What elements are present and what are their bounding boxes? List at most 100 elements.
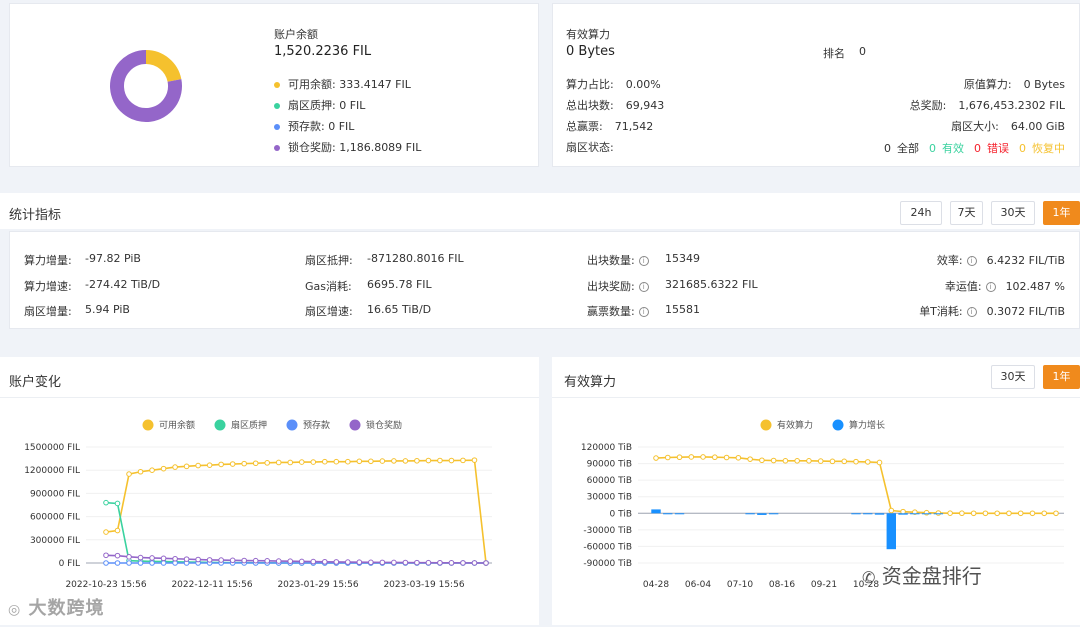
- legend-marker: [832, 419, 844, 431]
- range-button[interactable]: 30天: [991, 201, 1035, 225]
- stat-label-wrap: 算力增速:: [24, 278, 72, 294]
- y-tick-label: 120000 TiB: [581, 443, 632, 453]
- rank-label: 排名: [823, 47, 845, 60]
- stats-header: 统计指标 1年 30天 7天 24h: [0, 193, 1080, 229]
- data-point: [345, 559, 351, 565]
- watermark-right-text: 资金盘排行: [881, 564, 982, 588]
- legend-label: 预存款: [303, 419, 330, 431]
- data-point: [333, 458, 340, 465]
- data-point: [310, 558, 317, 565]
- data-point: [333, 559, 340, 565]
- sector-count: 0: [929, 142, 936, 155]
- data-point: [391, 559, 397, 566]
- stat-row: 单T消耗: i 0.3072 FIL/TiB: [919, 303, 1065, 319]
- power-stat: 扇区状态:: [566, 139, 626, 155]
- data-point: [688, 454, 695, 460]
- data-point: [982, 510, 989, 517]
- data-point: [900, 508, 906, 515]
- data-point: [1053, 510, 1059, 517]
- range-button[interactable]: 7天: [950, 201, 983, 225]
- data-point: [414, 457, 420, 464]
- data-point: [275, 459, 282, 466]
- power-stat: 原值算力: 0 Bytes: [964, 76, 1065, 92]
- info-icon[interactable]: i: [638, 281, 649, 292]
- range-button[interactable]: 1年: [1043, 201, 1080, 225]
- info-icon[interactable]: i: [985, 281, 996, 292]
- legend-dot: [274, 124, 280, 130]
- data-point: [1029, 510, 1036, 517]
- data-point: [126, 554, 132, 560]
- data-point: [137, 468, 144, 475]
- data-point: [806, 458, 812, 464]
- stat-label-wrap: 赢票数量: i: [587, 303, 655, 319]
- stat-value: 0.3072 FIL/TiB: [986, 305, 1065, 318]
- data-point: [229, 557, 236, 564]
- info-icon[interactable]: i: [638, 307, 649, 317]
- chart-legend: 有效算力 算力增长: [760, 419, 885, 431]
- data-point: [794, 458, 800, 464]
- legend-marker: [286, 419, 298, 431]
- power-value: 0 Bytes: [566, 44, 615, 59]
- sector-status: 0 全部 0 有效 0 错误 0 恢复中: [874, 140, 1065, 156]
- range-button[interactable]: 30天: [991, 365, 1035, 389]
- power-stat: 扇区大小: 64.00 GiB: [951, 118, 1065, 134]
- power-title: 有效算力: [566, 28, 610, 41]
- data-point: [195, 556, 201, 563]
- sector-count: 0: [884, 142, 891, 155]
- y-tick-label: 1500000 FIL: [24, 443, 80, 453]
- y-tick-label: 90000 TiB: [587, 460, 632, 470]
- data-point: [103, 552, 109, 559]
- watermark-icon: ◎: [8, 602, 22, 618]
- range-button[interactable]: 1年: [1043, 365, 1080, 389]
- x-tick-label: 09-21: [811, 580, 837, 590]
- stat-label-wrap: 出块数量: i: [587, 252, 655, 268]
- data-point: [425, 457, 432, 464]
- balance-item: 锁仓奖励: 1,186.8089 FIL: [274, 139, 421, 155]
- legend-dot: [274, 145, 280, 151]
- stat-value: 6.4232 FIL/TiB: [986, 254, 1065, 267]
- data-point: [1041, 510, 1048, 517]
- data-point: [321, 558, 328, 565]
- balance-item: 预存款: 0 FIL: [274, 118, 354, 134]
- legend-marker: [142, 419, 154, 431]
- data-point: [923, 509, 930, 516]
- power-stat-label: 总奖励:: [909, 99, 947, 112]
- data-point: [959, 510, 965, 517]
- data-point: [483, 560, 489, 566]
- account-chart: 可用余额 扇区质押 预存款 锁仓奖励 1500000 FIL 1200000 FIL 900…: [24, 419, 492, 590]
- data-point: [218, 461, 224, 468]
- balance-item-label: 扇区质押: 0 FIL: [288, 99, 366, 112]
- y-tick-label: -30000 TiB: [583, 526, 632, 536]
- info-icon[interactable]: i: [638, 256, 649, 266]
- range-button[interactable]: 24h: [900, 201, 942, 225]
- power-stat-label: 总赢票:: [566, 120, 603, 133]
- data-point: [460, 457, 466, 464]
- rank-value: 0: [859, 45, 866, 58]
- data-point: [841, 458, 848, 465]
- stat-label: 效率:: [936, 254, 963, 267]
- stat-label: 算力增量:: [24, 254, 72, 267]
- y-tick-label: 0 TiB: [610, 509, 632, 519]
- power-stat-value: 1,676,453.2302 FIL: [958, 99, 1065, 112]
- watermark-left-text: 大数跨境: [28, 598, 105, 619]
- y-tick-label: 300000 FIL: [30, 536, 80, 546]
- balance-item-label: 预存款: 0 FIL: [288, 120, 355, 133]
- data-point: [759, 457, 765, 464]
- legend-dot: [274, 103, 280, 109]
- x-tick-label: 08-16: [769, 580, 795, 590]
- balance-title: 账户余额: [274, 28, 318, 41]
- sector-count: 0: [974, 142, 981, 155]
- power-stat: 总赢票: 71,542: [566, 118, 653, 134]
- stat-label-wrap: 算力增量:: [24, 252, 72, 268]
- data-point: [103, 529, 109, 535]
- power-stat-label: 扇区大小:: [951, 120, 999, 133]
- info-icon[interactable]: i: [966, 256, 977, 266]
- info-icon[interactable]: i: [966, 307, 977, 317]
- power-stat-value: 69,943: [625, 99, 665, 112]
- data-point: [712, 454, 718, 461]
- power-chart-card: 有效算力 1年 30天 有效算力 算力增长 120000 TiB 90000 TiB 60…: [552, 357, 1080, 625]
- data-point: [994, 510, 1000, 517]
- y-tick-label: 900000 FIL: [30, 489, 80, 499]
- data-point: [935, 510, 942, 516]
- x-tick-label: 2022-12-11 15:56: [171, 580, 252, 590]
